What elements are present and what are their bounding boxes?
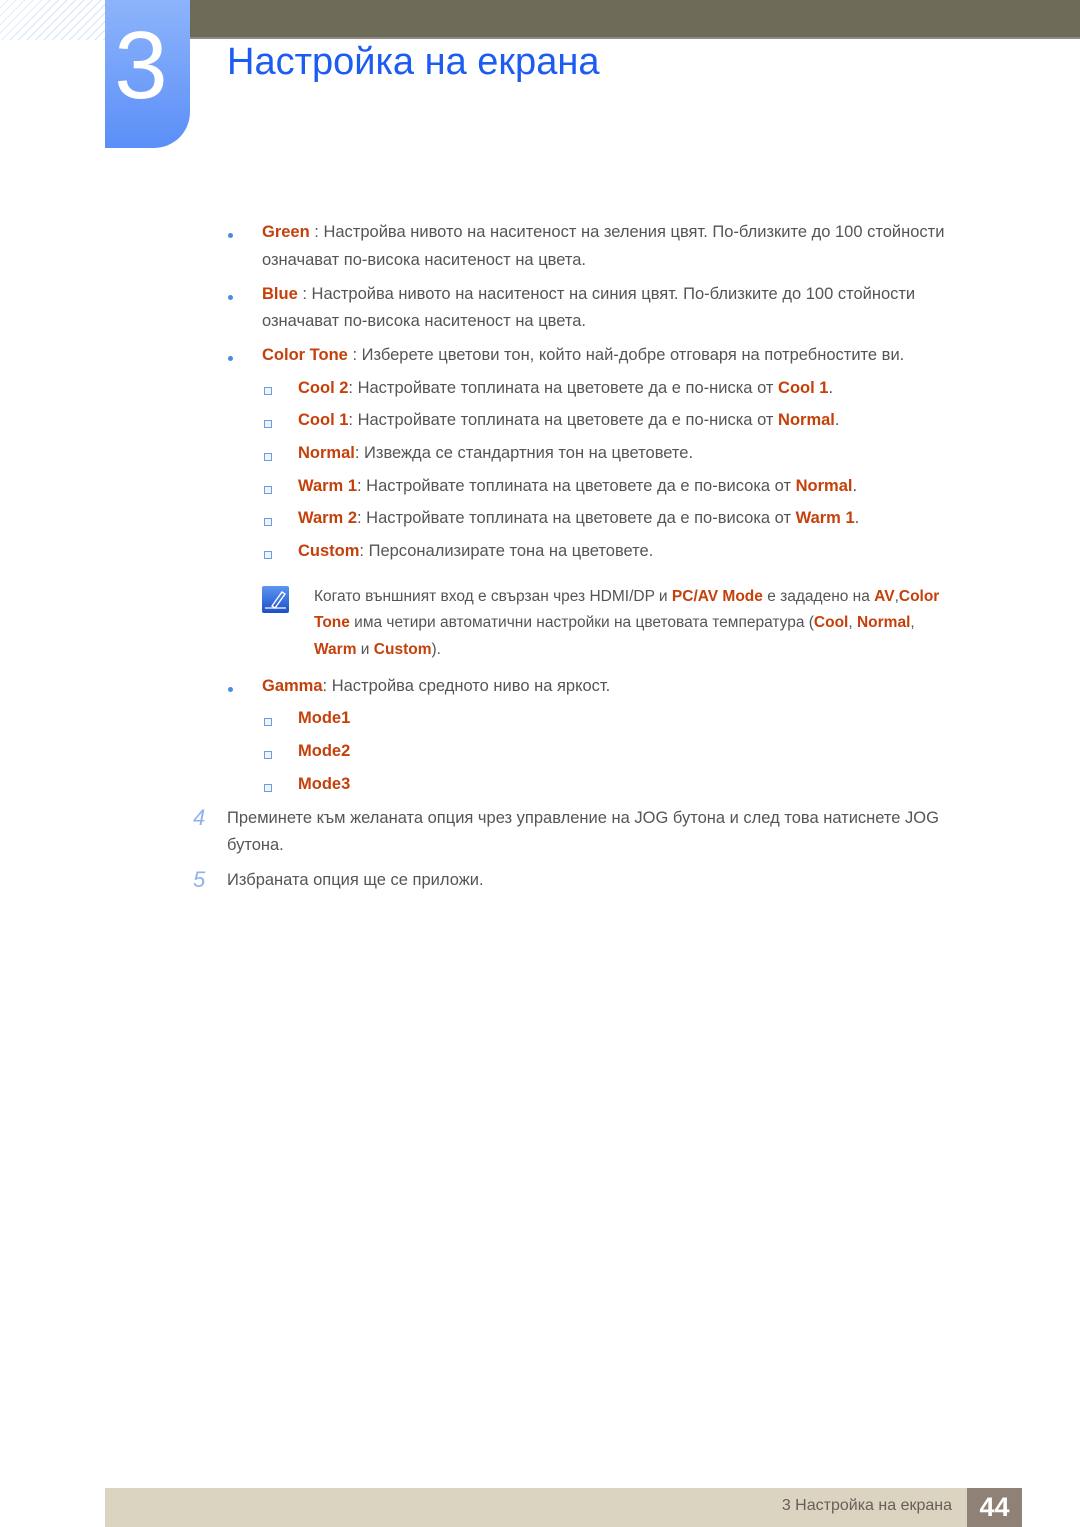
note-line-3: Warm и Custom). bbox=[314, 641, 441, 658]
step-4-line-1: Преминете към желаната опция чрез управл… bbox=[227, 809, 939, 827]
page-number: 44 bbox=[967, 1488, 1022, 1527]
gamma-mode-2: Mode2 bbox=[298, 742, 351, 760]
note-line-1: Когато външният вход е свързан чрез HDMI… bbox=[314, 588, 940, 605]
square-bullet-icon bbox=[264, 784, 272, 792]
note-pencil-icon bbox=[262, 586, 289, 613]
option-normal: Normal: Извежда се стандартния тон на цв… bbox=[298, 444, 694, 462]
square-bullet-icon bbox=[264, 486, 272, 494]
term-color-tone: Color Tone bbox=[262, 346, 348, 364]
footer-chapter-label: 3 Настройка на екрана bbox=[781, 1497, 952, 1514]
item-color-tone: Color Tone : Изберете цветови тон, който… bbox=[262, 346, 905, 364]
step-number: 5 bbox=[193, 867, 206, 892]
item-blue-cont: означават по-висока наситеност на цвета. bbox=[262, 312, 586, 330]
option-warm1: Warm 1: Настройвате топлината на цветове… bbox=[298, 477, 858, 495]
note-line-2: Tone има четири автоматични настройки на… bbox=[314, 614, 915, 631]
item-gamma: Gamma: Настройва средното ниво на яркост… bbox=[262, 677, 611, 695]
term-blue: Blue bbox=[262, 285, 298, 303]
chapter-badge: 3 bbox=[105, 0, 190, 148]
item-blue: Blue : Настройва нивото на наситеност на… bbox=[262, 285, 916, 303]
gamma-mode-3: Mode3 bbox=[298, 775, 351, 793]
item-green-cont: означават по-висока наситеност на цвета. bbox=[262, 251, 586, 269]
square-bullet-icon bbox=[264, 453, 272, 461]
term-gamma: Gamma bbox=[262, 677, 323, 695]
square-bullet-icon bbox=[264, 387, 272, 395]
option-warm2: Warm 2: Настройвате топлината на цветове… bbox=[298, 509, 860, 527]
bullet-icon bbox=[228, 233, 233, 238]
bullet-icon bbox=[228, 295, 233, 300]
step-5-line-1: Избраната опция ще се приложи. bbox=[227, 871, 484, 889]
square-bullet-icon bbox=[264, 518, 272, 526]
option-custom: Custom: Персонализирате тона на цветовет… bbox=[298, 542, 654, 560]
term-green: Green bbox=[262, 223, 310, 241]
option-cool1: Cool 1: Настройвате топлината на цветове… bbox=[298, 411, 840, 429]
square-bullet-icon bbox=[264, 718, 272, 726]
bullet-icon bbox=[228, 687, 233, 692]
step-number: 4 bbox=[193, 805, 206, 830]
chapter-number: 3 bbox=[114, 12, 168, 119]
item-green: Green : Настройва нивото на наситеност н… bbox=[262, 223, 945, 241]
square-bullet-icon bbox=[264, 751, 272, 759]
gamma-mode-1: Mode1 bbox=[298, 709, 351, 727]
chapter-title: Настройка на екрана bbox=[227, 41, 600, 83]
header-bar bbox=[190, 0, 1080, 39]
square-bullet-icon bbox=[264, 420, 272, 428]
step-4-line-2: бутона. bbox=[227, 836, 284, 854]
bullet-icon bbox=[228, 356, 233, 361]
square-bullet-icon bbox=[264, 551, 272, 559]
option-cool2: Cool 2: Настройвате топлината на цветове… bbox=[298, 379, 834, 397]
decorative-stripes bbox=[0, 0, 105, 40]
